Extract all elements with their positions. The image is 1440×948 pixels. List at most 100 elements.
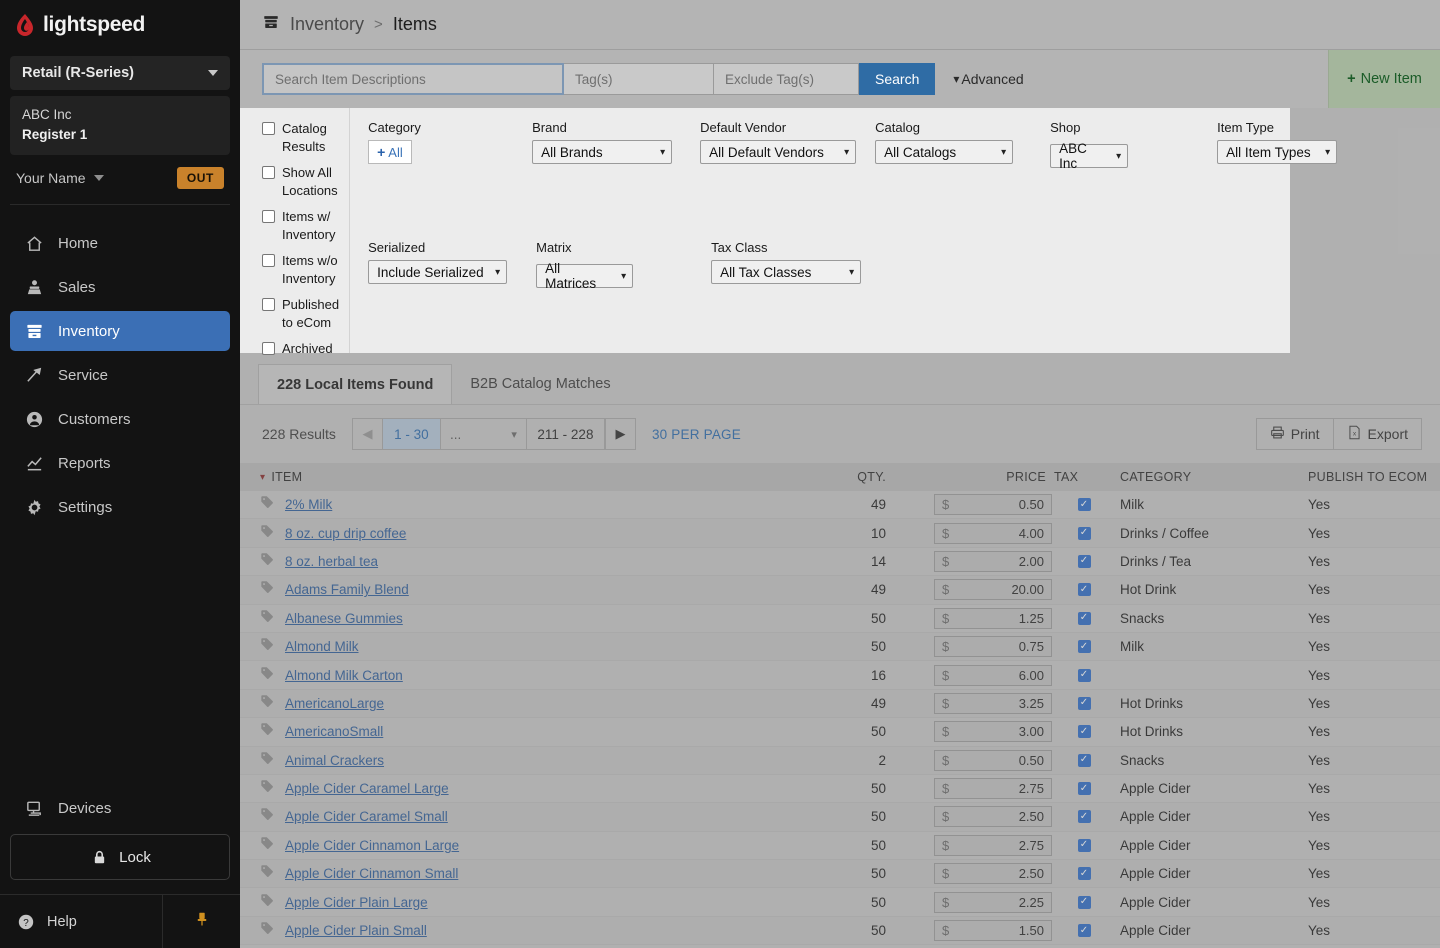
table-row[interactable]: Almond Milk Carton 16 $6.00 ✓ Yes — [240, 661, 1440, 690]
export-button[interactable]: x Export — [1332, 419, 1421, 449]
price-input[interactable]: $1.50 — [934, 920, 1052, 942]
column-header-price[interactable]: PRICE — [900, 470, 1052, 484]
item-link[interactable]: AmericanoLarge — [285, 696, 384, 711]
next-page-button[interactable]: ▶ — [604, 419, 635, 449]
column-header-publish-to-ecom[interactable]: PUBLISH TO ECOM — [1308, 470, 1440, 484]
filter-checkbox-items-without-inventory[interactable]: Items w/o Inventory — [262, 252, 339, 287]
advanced-toggle[interactable]: ▾ Advanced — [953, 71, 1023, 87]
price-input[interactable]: $20.00 — [934, 579, 1052, 601]
tab-b2b-catalog-matches[interactable]: B2B Catalog Matches — [452, 364, 628, 404]
per-page-selector[interactable]: 30 PER PAGE — [652, 427, 741, 442]
tax-checkbox[interactable]: ✓ — [1077, 526, 1091, 540]
breadcrumb-section[interactable]: Inventory — [290, 14, 364, 35]
search-button[interactable]: Search — [859, 63, 936, 95]
filter-checkbox-published-to-ecom[interactable]: Published to eCom — [262, 296, 339, 331]
sidebar-item-settings[interactable]: Settings — [10, 487, 230, 527]
tax-checkbox[interactable]: ✓ — [1077, 924, 1091, 938]
item-type-select[interactable]: All Item Types ▾ — [1217, 140, 1338, 164]
price-input[interactable]: $2.75 — [934, 834, 1052, 856]
checkbox-icon[interactable] — [262, 298, 275, 312]
checkbox-icon[interactable] — [262, 210, 275, 224]
column-header-item[interactable]: ▾ ITEM — [240, 470, 640, 484]
item-link[interactable]: Almond Milk Carton — [285, 668, 403, 683]
table-row[interactable]: 8 oz. cup drip coffee 10 $4.00 ✓ Drinks / Co… — [240, 519, 1440, 548]
shop-select[interactable]: ABC Inc ▾ — [1050, 141, 1129, 171]
item-link[interactable]: Apple Cider Cinnamon Small — [285, 866, 458, 881]
catalog-select[interactable]: All Catalogs ▾ — [875, 140, 1014, 164]
price-input[interactable]: $2.75 — [934, 778, 1052, 800]
sidebar-item-home[interactable]: Home — [10, 223, 230, 263]
tax-checkbox[interactable]: ✓ — [1077, 867, 1091, 881]
sidebar-item-service[interactable]: Service — [10, 355, 230, 395]
item-link[interactable]: 8 oz. herbal tea — [285, 554, 378, 569]
default-vendor-select[interactable]: All Default Vendors ▾ — [700, 140, 857, 164]
item-link[interactable]: Albanese Gummies — [285, 611, 403, 626]
search-input[interactable]: Search Item Descriptions — [262, 63, 564, 95]
table-row[interactable]: 8 oz. herbal tea 14 $2.00 ✓ Drinks / Tea Yes — [240, 547, 1440, 577]
item-link[interactable]: Apple Cider Cinnamon Large — [285, 838, 459, 853]
table-row[interactable]: Apple Cider Caramel Small 50 $2.50 ✓ Apple C… — [240, 803, 1440, 832]
item-link[interactable]: Apple Cider Caramel Small — [285, 809, 448, 824]
matrix-select[interactable]: All Matrices ▾ — [536, 261, 634, 291]
checkbox-icon[interactable] — [262, 342, 275, 356]
price-input[interactable]: $2.25 — [934, 891, 1052, 913]
sidebar-item-reports[interactable]: Reports — [10, 443, 230, 483]
item-link[interactable]: 8 oz. cup drip coffee — [285, 526, 406, 541]
filter-checkbox-catalog-results[interactable]: Catalog Results — [262, 120, 339, 155]
price-input[interactable]: $0.50 — [934, 749, 1052, 771]
tax-checkbox[interactable]: ✓ — [1077, 895, 1091, 909]
tax-checkbox[interactable]: ✓ — [1077, 838, 1091, 852]
table-row[interactable]: AmericanoLarge 49 $3.25 ✓ Hot Drinks Yes — [240, 689, 1440, 719]
pin-button[interactable] — [162, 895, 240, 948]
price-input[interactable]: $1.25 — [934, 607, 1052, 629]
item-link[interactable]: Adams Family Blend — [285, 582, 409, 597]
checkbox-icon[interactable] — [262, 122, 275, 135]
sidebar-item-inventory[interactable]: Inventory — [10, 311, 230, 352]
tax-checkbox[interactable]: ✓ — [1077, 753, 1091, 767]
table-row[interactable]: Animal Crackers 2 $0.50 ✓ Snacks Yes — [240, 746, 1440, 775]
exclude-tags-input[interactable]: Exclude Tag(s) — [714, 63, 859, 95]
prev-page-button[interactable]: ◀ — [353, 419, 383, 449]
sidebar-item-customers[interactable]: Customers — [10, 399, 230, 439]
item-link[interactable]: Animal Crackers — [285, 753, 384, 768]
table-row[interactable]: Apple Cider Cinnamon Large 50 $2.75 ✓ Apple … — [240, 831, 1440, 861]
table-row[interactable]: Adams Family Blend 49 $20.00 ✓ Hot Drink Yes — [240, 576, 1440, 605]
table-row[interactable]: Apple Cider Cinnamon Small 50 $2.50 ✓ Apple … — [240, 860, 1440, 889]
checkbox-icon[interactable] — [262, 166, 275, 180]
page-current[interactable]: 1 - 30 — [382, 419, 441, 449]
price-input[interactable]: $3.00 — [934, 721, 1052, 743]
item-link[interactable]: AmericanoSmall — [285, 724, 383, 739]
item-link[interactable]: Almond Milk — [285, 639, 359, 654]
table-row[interactable]: Almond Milk 50 $0.75 ✓ Milk Yes — [240, 632, 1440, 662]
item-link[interactable]: Apple Cider Plain Large — [285, 895, 428, 910]
tax-checkbox[interactable]: ✓ — [1077, 583, 1091, 597]
table-row[interactable]: Apple Cider Plain Large 50 $2.25 ✓ Apple Cid… — [240, 888, 1440, 917]
table-row[interactable]: AmericanoSmall 50 $3.00 ✓ Hot Drinks Yes — [240, 718, 1440, 747]
price-input[interactable]: $2.50 — [934, 863, 1052, 885]
tax-checkbox[interactable]: ✓ — [1077, 810, 1091, 824]
serialized-select[interactable]: Include Serialized ▾ — [368, 260, 508, 284]
tax-checkbox[interactable]: ✓ — [1077, 554, 1091, 568]
brand-select[interactable]: All Brands ▾ — [532, 140, 673, 164]
tax-checkbox[interactable]: ✓ — [1077, 725, 1091, 739]
table-row[interactable]: Apple Cider Plain Small 50 $1.50 ✓ Apple Cid… — [240, 916, 1440, 946]
tax-checkbox[interactable]: ✓ — [1077, 640, 1091, 654]
tax-checkbox[interactable]: ✓ — [1077, 782, 1091, 796]
tax-checkbox[interactable]: ✓ — [1077, 668, 1091, 682]
price-input[interactable]: $6.00 — [934, 664, 1052, 686]
status-badge[interactable]: OUT — [176, 166, 224, 189]
table-row[interactable]: 2% Milk 49 $0.50 ✓ Milk Yes — [240, 491, 1440, 520]
tax-checkbox[interactable]: ✓ — [1077, 696, 1091, 710]
price-input[interactable]: $4.00 — [934, 522, 1052, 544]
shop-register-box[interactable]: ABC Inc Register 1 — [10, 96, 230, 156]
tags-input[interactable]: Tag(s) — [564, 63, 714, 95]
filter-checkbox-archived[interactable]: Archived — [262, 340, 339, 358]
column-header-category[interactable]: CATEGORY — [1116, 470, 1308, 484]
tax-class-select[interactable]: All Tax Classes ▾ — [711, 260, 862, 284]
filter-checkbox-show-all-locations[interactable]: Show All Locations — [262, 164, 339, 199]
filter-checkbox-items-with-inventory[interactable]: Items w/ Inventory — [262, 208, 339, 243]
checkbox-icon[interactable] — [262, 254, 275, 268]
table-row[interactable]: Apple Cider Caramel Large 50 $2.75 ✓ Apple C… — [240, 774, 1440, 804]
column-header-tax[interactable]: TAX — [1052, 470, 1116, 484]
tax-checkbox[interactable]: ✓ — [1077, 611, 1091, 625]
